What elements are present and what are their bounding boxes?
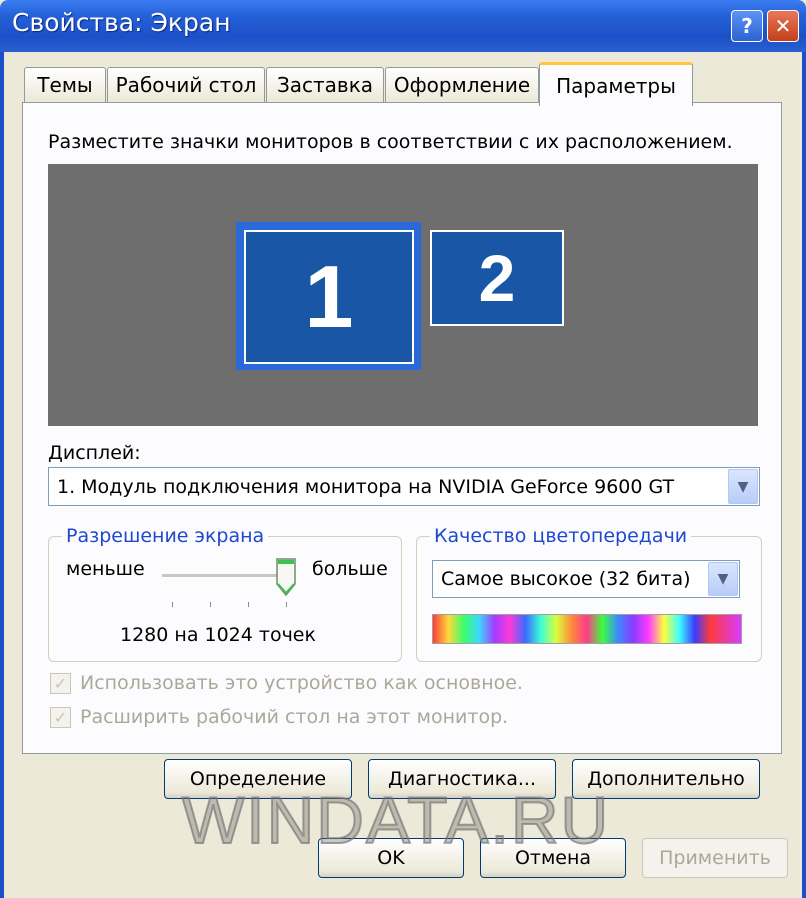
window-title: Свойства: Экран [12,8,231,37]
display-select-value: 1. Модуль подключения монитора на NVIDIA… [57,475,675,498]
help-icon: ? [741,14,753,38]
color-quality-title: Качество цветопередачи [430,525,692,547]
slider-tick [286,602,287,607]
tab-themes[interactable]: Темы [24,67,106,102]
monitor-2-icon[interactable]: 2 [430,230,564,326]
checkmark-icon: ✓ [53,708,68,727]
watermark: WINDATA.RU [181,782,611,858]
extend-desktop-checkbox[interactable]: ✓ [50,707,71,728]
monitor-1-icon[interactable]: 1 [244,230,414,364]
monitor-instruction: Разместите значки мониторов в соответств… [48,131,733,153]
resolution-more-label: больше [312,558,388,580]
apply-button[interactable]: Применить [642,838,788,878]
slider-tick [210,602,211,607]
close-button[interactable]: ✕ [767,10,799,42]
display-select[interactable]: 1. Модуль подключения монитора на NVIDIA… [48,467,760,506]
checkmark-icon: ✓ [53,674,68,693]
help-button[interactable]: ? [731,10,763,42]
color-quality-select[interactable]: Самое высокое (32 бита) ▼ [432,560,740,598]
resolution-less-label: меньше [66,558,145,580]
resolution-slider-thumb[interactable] [276,558,296,596]
resolution-value: 1280 на 1024 точек [120,624,316,646]
slider-tick [248,602,249,607]
color-quality-value: Самое высокое (32 бита) [441,568,691,590]
primary-device-checkbox[interactable]: ✓ [50,673,71,694]
window-border-left [0,52,4,898]
color-spectrum-bar [432,614,742,644]
chevron-down-icon[interactable]: ▼ [728,469,758,504]
tab-appearance[interactable]: Оформление [385,67,539,102]
window-border-right [802,52,806,898]
tab-settings[interactable]: Параметры [539,62,693,106]
slider-tick [172,602,173,607]
title-bar: Свойства: Экран ? ✕ [0,0,806,52]
resolution-title: Разрешение экрана [62,525,269,547]
tab-screensaver[interactable]: Заставка [266,67,384,102]
tab-desktop[interactable]: Рабочий стол [107,67,265,102]
chevron-down-icon[interactable]: ▼ [708,562,738,596]
extend-desktop-label: Расширить рабочий стол на этот монитор. [80,706,509,728]
resolution-slider-track[interactable] [162,574,292,578]
primary-device-label: Использовать это устройство как основное… [80,672,523,694]
display-label: Дисплей: [48,442,141,464]
close-icon: ✕ [774,14,792,38]
